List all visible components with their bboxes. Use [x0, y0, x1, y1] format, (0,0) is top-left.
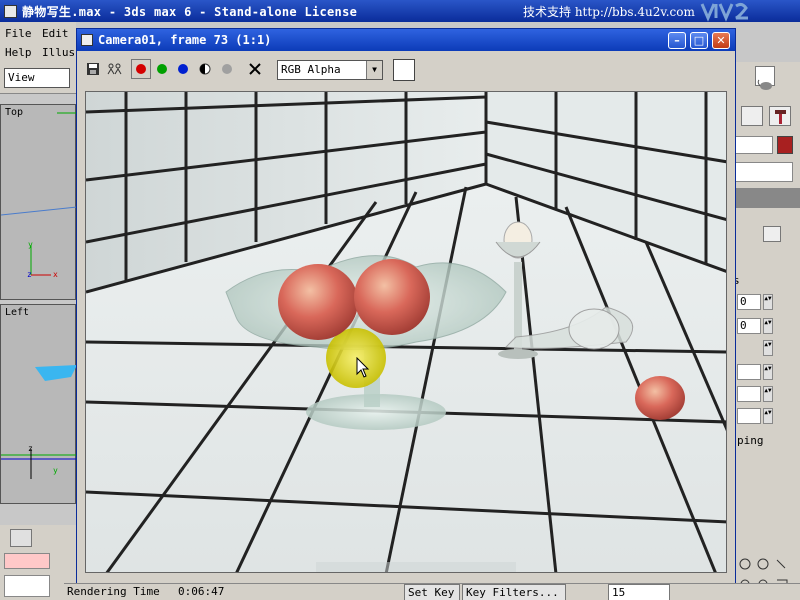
spinner-arrows-2[interactable]: ▲▼: [763, 318, 773, 334]
status-bar: Rendering Time 0:06:47 Set Key Key Filte…: [64, 583, 800, 600]
name-field[interactable]: [733, 136, 773, 154]
maxscript-input-field[interactable]: [4, 575, 50, 597]
svg-text:x: x: [53, 270, 58, 279]
display-channel-select[interactable]: RGB Alpha ▼: [277, 60, 383, 80]
render-time-label: Rendering Time: [67, 585, 160, 598]
stack-button[interactable]: [763, 226, 781, 242]
green-channel-toggle[interactable]: [152, 59, 172, 79]
teapot-icon[interactable]: [757, 76, 775, 92]
app-title-bar: 静物写生.max - 3ds max 6 - Stand-alone Licen…: [0, 0, 800, 22]
alpha-channel-toggle[interactable]: [217, 59, 237, 79]
current-frame-field[interactable]: 15: [608, 584, 670, 600]
maxscript-listener-field[interactable]: [4, 553, 50, 569]
object-color-swatch[interactable]: [777, 136, 793, 154]
save-icon[interactable]: [83, 59, 103, 79]
site-logo: [700, 2, 748, 22]
menu-file[interactable]: File: [5, 27, 32, 40]
minimize-button[interactable]: –: [668, 32, 686, 49]
rendered-image: [85, 91, 727, 573]
spinner-arrows-3[interactable]: ▲▼: [763, 340, 773, 356]
spinner-arrows-6[interactable]: ▲▼: [763, 408, 773, 424]
monochrome-toggle[interactable]: [195, 59, 215, 79]
blue-channel-icon: [178, 64, 188, 74]
spinner-field-5[interactable]: [737, 386, 761, 402]
color-swatch[interactable]: [393, 59, 415, 81]
render-window-icon[interactable]: [81, 34, 93, 46]
close-button[interactable]: ✕: [712, 32, 730, 49]
spinner-arrows-1[interactable]: ▲▼: [763, 294, 773, 310]
spinner-field-2[interactable]: 0: [737, 318, 761, 334]
blue-channel-toggle[interactable]: [173, 59, 193, 79]
reference-coordinate-select[interactable]: View: [4, 68, 70, 88]
viewport-top[interactable]: Top y x z: [0, 104, 77, 300]
utilities-hammer-icon[interactable]: [769, 106, 791, 126]
maximize-button[interactable]: □: [690, 32, 708, 49]
render-toolbar: RGB Alpha ▼: [81, 55, 731, 85]
svg-text:z: z: [27, 270, 32, 279]
viewport-top-grid: y x z: [1, 112, 77, 279]
display-tab-icon[interactable]: [741, 106, 763, 126]
spinner-field-4[interactable]: [737, 364, 761, 380]
rendered-scene: [86, 92, 726, 572]
red-channel-toggle[interactable]: [131, 59, 151, 79]
spinner-field-6[interactable]: [737, 408, 761, 424]
modifier-list-select[interactable]: [733, 162, 793, 182]
site-text: 技术支持 http://bbs.4u2v.com: [523, 5, 695, 19]
chevron-down-icon: ▼: [366, 61, 382, 79]
spinner-arrows-4[interactable]: ▲▼: [763, 364, 773, 380]
svg-text:z: z: [28, 444, 33, 453]
green-channel-icon: [157, 64, 167, 74]
set-key-label: Set Key: [408, 586, 455, 599]
menu-illus[interactable]: Illus: [42, 46, 75, 59]
menu-edit[interactable]: Edit: [42, 27, 69, 40]
app-title: 静物写生.max - 3ds max 6 - Stand-alone Licen…: [22, 4, 358, 19]
key-filters-label: Key Filters...: [466, 586, 559, 599]
lock-selection-button[interactable]: [10, 529, 32, 547]
display-channel-value: RGB Alpha: [281, 63, 341, 76]
render-time-value: 0:06:47: [178, 585, 225, 598]
alpha-channel-icon: [222, 64, 232, 74]
svg-text:y: y: [28, 240, 33, 249]
key-filters-button[interactable]: Key Filters...: [462, 584, 566, 600]
red-channel-icon: [136, 64, 146, 74]
viewport-left[interactable]: Left z y: [0, 304, 77, 504]
rollout-label-ping: ping: [737, 434, 764, 447]
command-panel: s 0 ▲▼ 0 ▲▼ ▲▼ ▲▼ ▲▼ ▲▼ ping: [733, 62, 800, 600]
spinner-field-1[interactable]: 0: [737, 294, 761, 310]
render-window-title-bar[interactable]: Camera01, frame 73 (1:1) – □ ✕: [77, 29, 735, 51]
viewport-left-grid: z y: [1, 365, 77, 479]
render-window-title: Camera01, frame 73 (1:1): [98, 33, 272, 47]
svg-text:y: y: [53, 466, 58, 475]
menu-help[interactable]: Help: [5, 46, 32, 59]
menu-bar: File Edit Help Illus: [0, 22, 76, 62]
clear-icon[interactable]: [245, 59, 265, 79]
set-key-button[interactable]: Set Key: [404, 584, 460, 600]
modifier-stack-header: [733, 188, 800, 208]
render-frame-window: Camera01, frame 73 (1:1) – □ ✕ RGB Alpha…: [76, 28, 736, 584]
spinner-arrows-5[interactable]: ▲▼: [763, 386, 773, 402]
current-frame-value: 15: [612, 586, 626, 599]
mouse-cursor-icon: [356, 357, 370, 378]
app-icon[interactable]: [4, 4, 17, 18]
clone-window-icon[interactable]: [105, 59, 125, 79]
